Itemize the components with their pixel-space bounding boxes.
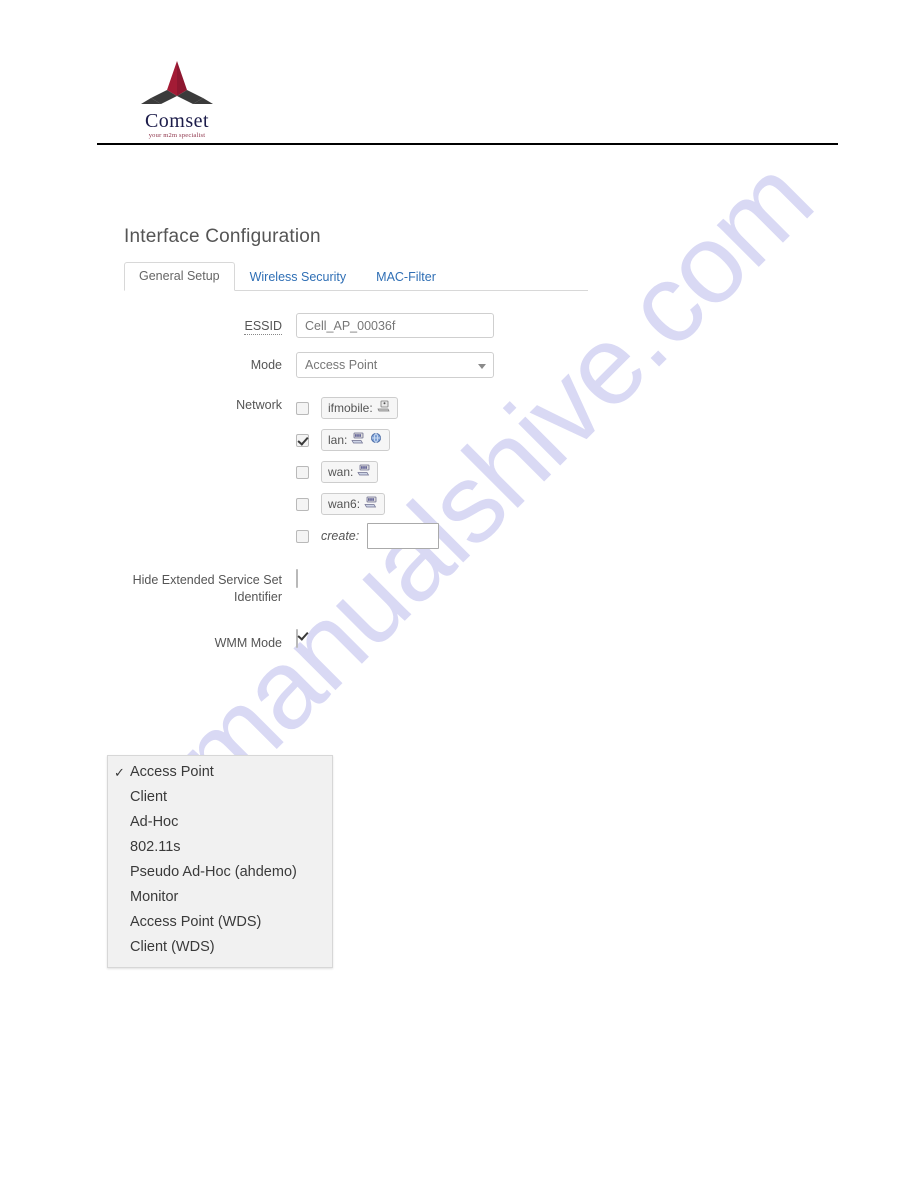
check-icon: ✓ xyxy=(114,764,125,780)
menu-item-label: Monitor xyxy=(130,889,179,905)
form-row-mode: Mode Access Point xyxy=(124,352,824,378)
device-icon xyxy=(377,400,391,416)
form-row-hide-essid: Hide Extended Service Set Identifier xyxy=(124,569,824,606)
brand-logo: Comset your m2m specialist xyxy=(117,60,237,139)
tab-wireless-security[interactable]: Wireless Security xyxy=(235,263,362,291)
comset-triangle-icon xyxy=(131,60,223,110)
network-options-list: ifmobile: lan: wan: wan6: create: xyxy=(296,392,824,552)
create-label: create: xyxy=(321,529,360,543)
page-header: Comset your m2m specialist xyxy=(97,60,838,145)
header-divider xyxy=(97,143,838,145)
network-badge-wan: wan: xyxy=(321,461,379,483)
brand-name: Comset xyxy=(144,110,210,132)
network-checkbox-wan6[interactable] xyxy=(296,497,309,511)
menu-item-client[interactable]: Client xyxy=(108,785,332,810)
network-zone-name: lan: xyxy=(328,433,348,447)
network-zone-name: ifmobile: xyxy=(328,401,373,415)
menu-item-ad-hoc[interactable]: Ad-Hoc xyxy=(108,810,332,835)
hide-essid-checkbox[interactable] xyxy=(296,569,298,588)
menu-item-pseudo-ad-hoc[interactable]: Pseudo Ad-Hoc (ahdemo) xyxy=(108,860,332,885)
page-title: Interface Configuration xyxy=(124,226,321,247)
mode-select[interactable]: Access Point xyxy=(296,352,494,378)
menu-item-label: Access Point xyxy=(130,764,214,780)
ethernet-icon xyxy=(364,496,378,512)
menu-item-label: Client (WDS) xyxy=(130,939,215,955)
menu-item-label: Access Point (WDS) xyxy=(130,914,262,930)
network-option-wan6[interactable]: wan6: xyxy=(296,488,824,520)
menu-item-label: 802.11s xyxy=(130,839,181,855)
network-badge-wan6: wan6: xyxy=(321,493,386,515)
form-row-essid: ESSID xyxy=(124,313,824,338)
menu-item-monitor[interactable]: Monitor xyxy=(108,885,332,910)
network-option-ifmobile[interactable]: ifmobile: xyxy=(296,392,824,424)
tab-bar: General Setup Wireless Security MAC-Filt… xyxy=(124,262,588,291)
mode-field-wrap: Access Point xyxy=(296,352,824,378)
tab-general-setup[interactable]: General Setup xyxy=(124,262,235,291)
menu-item-label: Client xyxy=(130,789,168,805)
mode-label: Mode xyxy=(250,358,282,372)
menu-item-access-point[interactable]: ✓ Access Point xyxy=(108,760,332,785)
network-option-wan[interactable]: wan: xyxy=(296,456,824,488)
menu-item-client-wds[interactable]: Client (WDS) xyxy=(108,935,332,960)
network-badge-ifmobile: ifmobile: xyxy=(321,397,398,419)
mode-select-value: Access Point xyxy=(305,358,378,372)
network-checkbox-ifmobile[interactable] xyxy=(296,401,309,415)
brand-tagline: your m2m specialist xyxy=(148,132,206,139)
essid-label: ESSID xyxy=(124,313,296,335)
network-label: Network xyxy=(236,398,282,412)
wmm-label: WMM Mode xyxy=(214,636,282,650)
network-option-create[interactable]: create: xyxy=(296,520,824,552)
essid-input[interactable] xyxy=(296,313,494,338)
form-row-wmm: WMM Mode xyxy=(124,629,824,651)
ethernet-icon xyxy=(351,432,365,448)
hide-essid-label-line2: Identifier xyxy=(234,590,282,604)
tab-mac-filter[interactable]: MAC-Filter xyxy=(361,263,451,291)
hide-essid-field-wrap xyxy=(296,569,824,588)
menu-item-access-point-wds[interactable]: Access Point (WDS) xyxy=(108,910,332,935)
form-row-network: Network ifmobile: lan: wan: wan6: create… xyxy=(124,392,824,552)
essid-field-wrap xyxy=(296,313,824,338)
hide-essid-label-line1: Hide Extended Service Set xyxy=(132,573,282,587)
menu-item-label: Ad-Hoc xyxy=(130,814,179,830)
network-option-lan[interactable]: lan: xyxy=(296,424,824,456)
wmm-checkbox[interactable] xyxy=(296,629,298,648)
menu-item-label: Pseudo Ad-Hoc (ahdemo) xyxy=(130,864,297,880)
network-checkbox-wan[interactable] xyxy=(296,465,309,479)
ethernet-icon xyxy=(357,464,371,480)
chevron-down-icon xyxy=(478,364,486,369)
network-zone-name: wan: xyxy=(328,465,354,479)
network-badge-lan: lan: xyxy=(321,429,391,451)
network-checkbox-lan[interactable] xyxy=(296,433,309,447)
network-zone-name: wan6: xyxy=(328,497,361,511)
menu-item-802-11s[interactable]: 802.11s xyxy=(108,835,332,860)
hide-essid-label: Hide Extended Service Set Identifier xyxy=(124,570,296,606)
general-setup-form: ESSID Mode Access Point Network xyxy=(124,313,824,651)
network-checkbox-create[interactable] xyxy=(296,529,309,543)
essid-label-text: ESSID xyxy=(244,319,282,335)
create-network-input[interactable] xyxy=(367,523,440,549)
mode-dropdown-menu[interactable]: ✓ Access Point Client Ad-Hoc 802.11s Pse… xyxy=(107,755,333,968)
interface-configuration-panel: Interface Configuration General Setup Wi… xyxy=(124,226,824,665)
wifi-icon xyxy=(369,432,383,448)
wmm-field-wrap xyxy=(296,629,824,648)
